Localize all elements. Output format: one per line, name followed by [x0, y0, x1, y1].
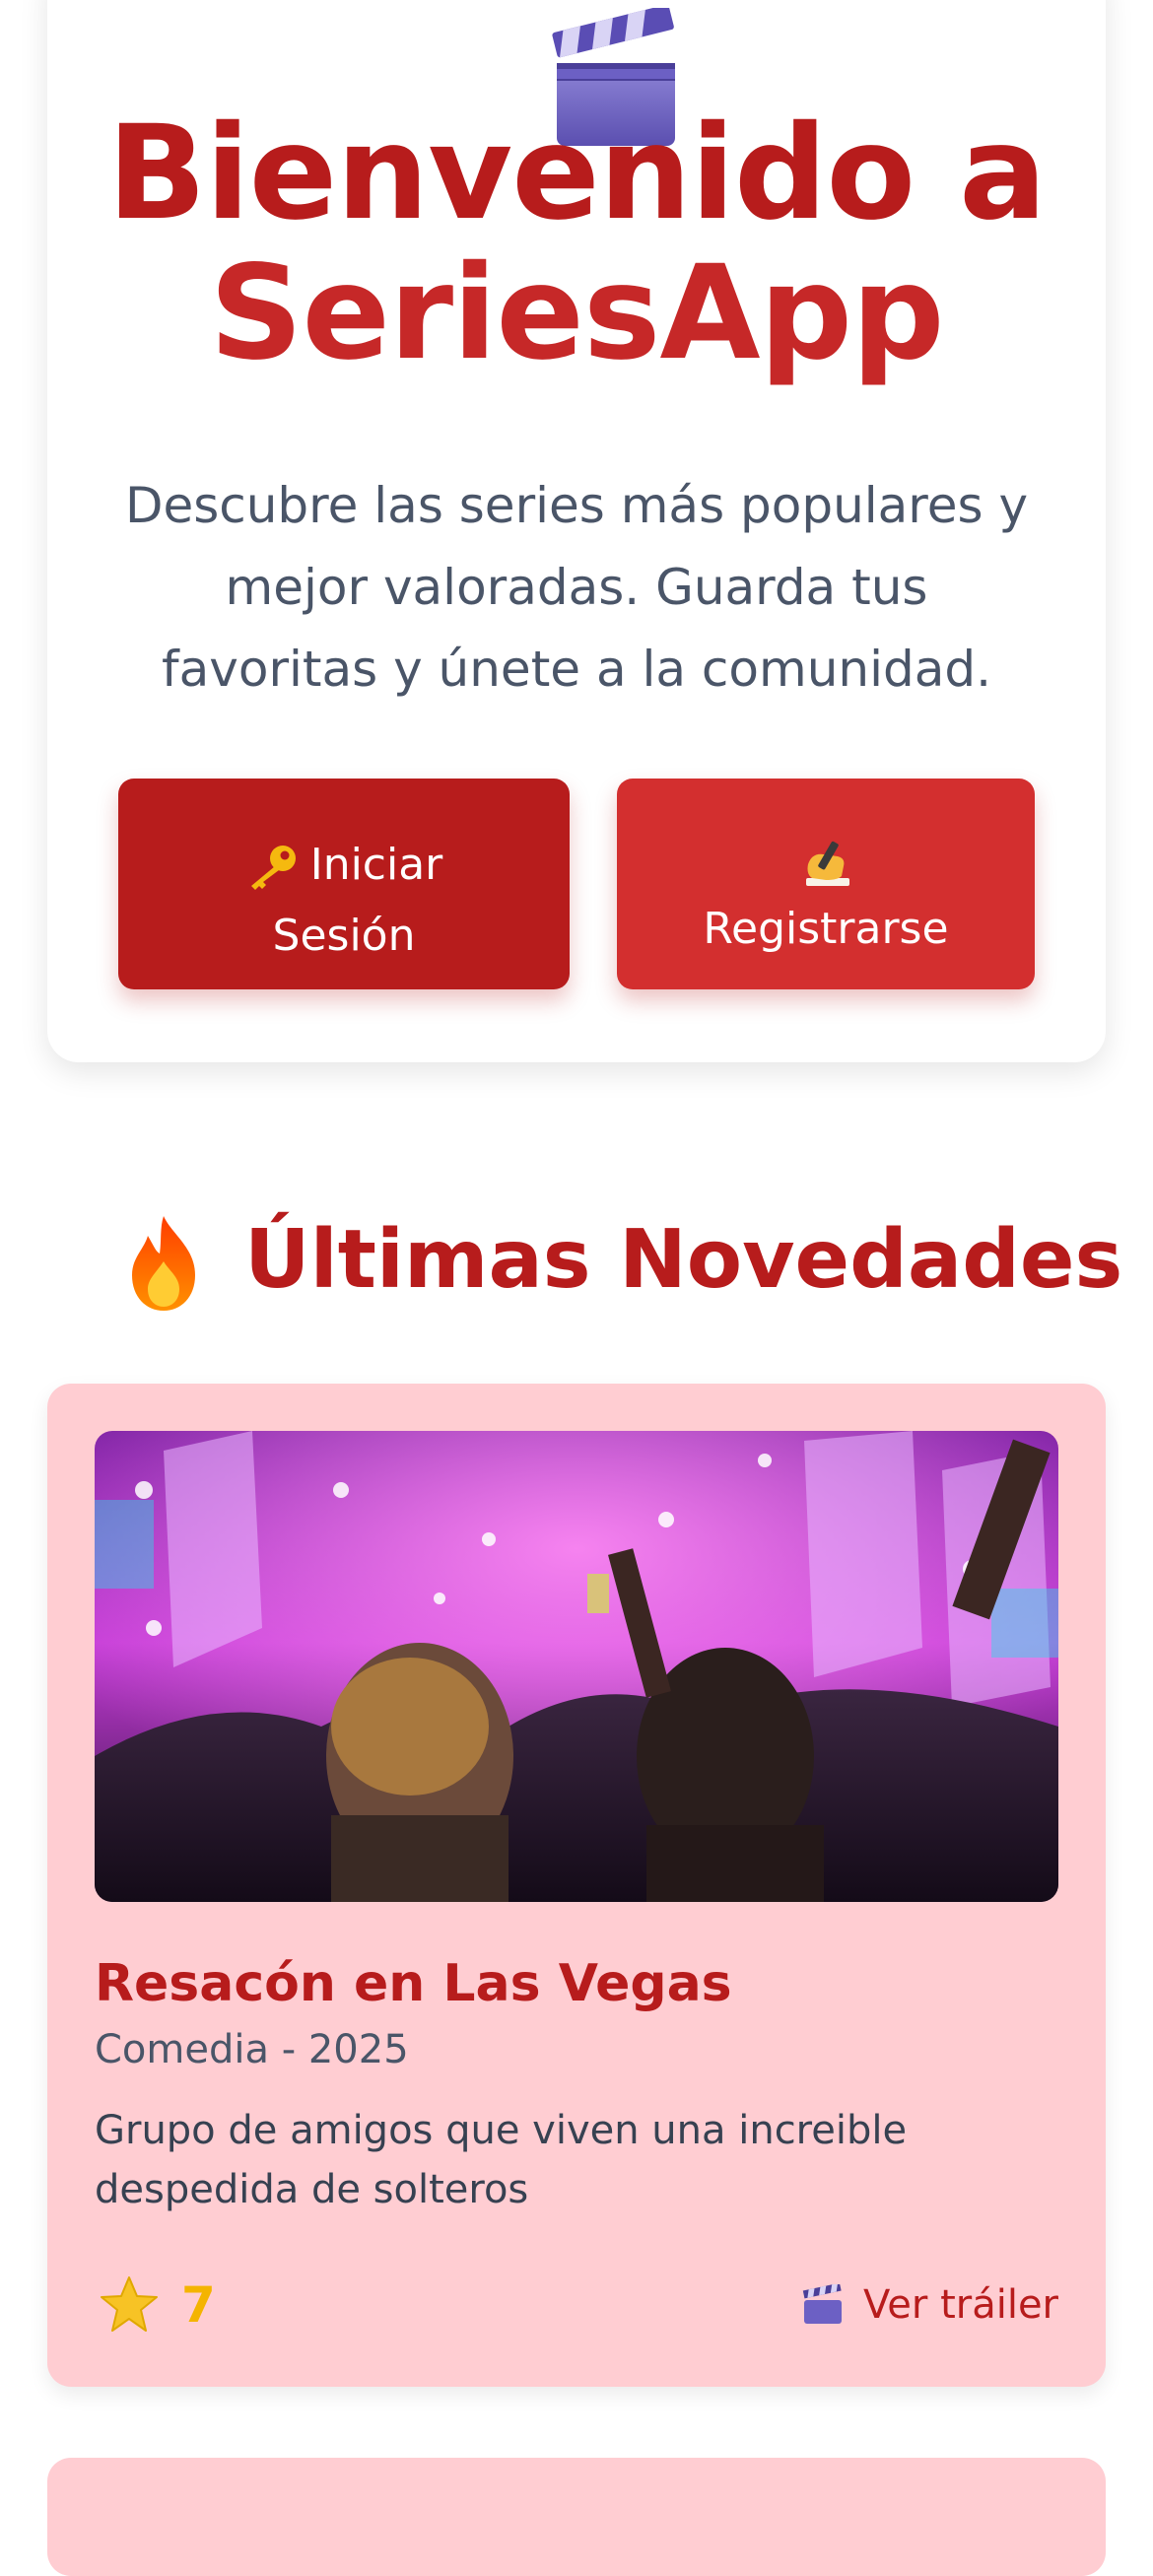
star-icon — [101, 2276, 158, 2332]
login-button[interactable]: Iniciar Sesión — [118, 779, 570, 989]
series-card-next[interactable] — [47, 2458, 1106, 2576]
series-description: Grupo de amigos que viven una increible … — [95, 2108, 908, 2212]
hero-title: Bienvenido a SeriesApp — [47, 103, 1106, 383]
key-icon — [250, 845, 296, 890]
hero-title-line2: SeriesApp — [209, 237, 944, 389]
hero-description: Descubre las series más populares y mejo… — [124, 477, 1029, 698]
trailer-link-label: Ver tráiler — [863, 2282, 1058, 2328]
clapperboard-icon — [802, 2284, 843, 2324]
hero-card: Bienvenido a SeriesApp Descubre las seri… — [47, 0, 1106, 1062]
series-rating: 7 — [99, 2271, 216, 2339]
latest-section-header: Últimas Novedades — [47, 1200, 1122, 1328]
rating-value: 7 — [181, 2276, 216, 2334]
fire-icon — [132, 1216, 195, 1311]
register-button-label: Registrarse — [703, 903, 949, 954]
page: Bienvenido a SeriesApp Descubre las seri… — [0, 0, 1153, 2576]
series-meta: Comedia - 2025 — [95, 2027, 409, 2072]
series-card[interactable]: Resacón en Las Vegas Comedia - 2025 Grup… — [47, 1384, 1106, 2387]
writing-hand-icon — [806, 841, 849, 886]
series-image[interactable] — [95, 1431, 1058, 1902]
hero-title-line1: Bienvenido a — [106, 98, 1047, 249]
series-image-art — [95, 1431, 1058, 1902]
series-title[interactable]: Resacón en Las Vegas — [95, 1949, 732, 2018]
register-button[interactable]: Registrarse — [617, 779, 1035, 989]
trailer-link[interactable]: Ver tráiler — [802, 2274, 1058, 2336]
latest-section-title: Últimas Novedades — [244, 1213, 1123, 1307]
